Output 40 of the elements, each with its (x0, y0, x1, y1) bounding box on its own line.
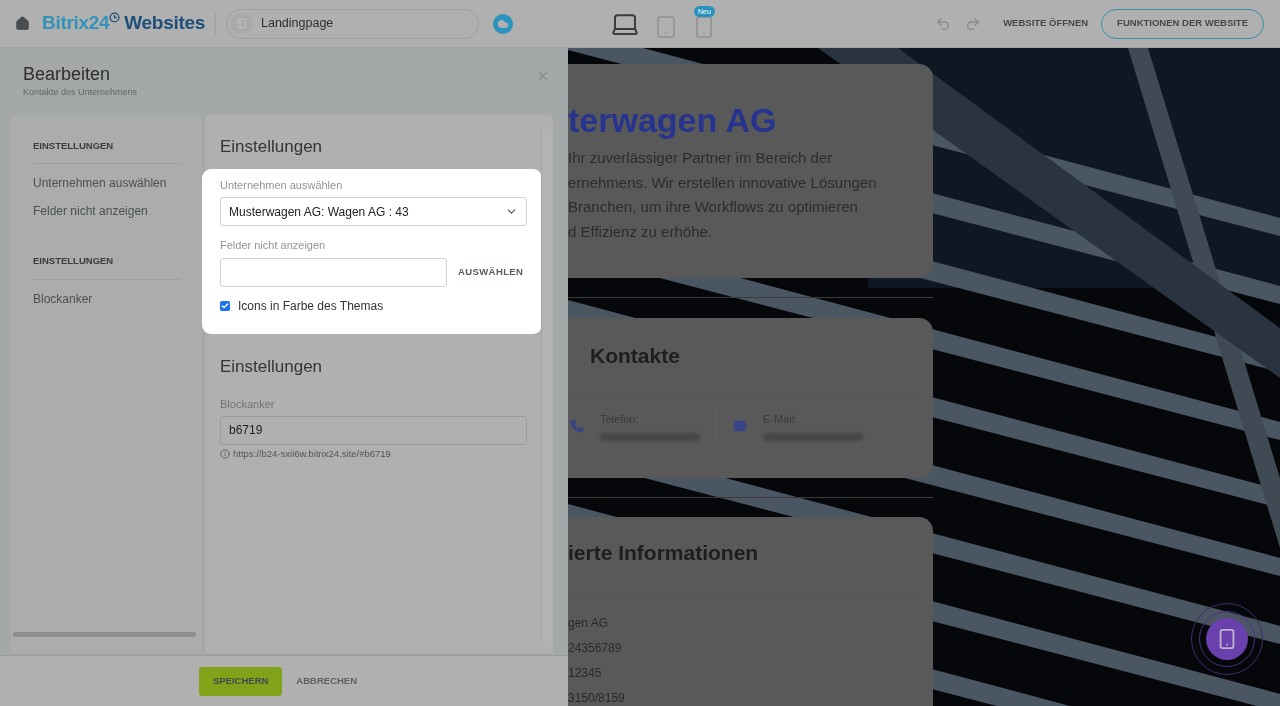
page-thumbnail-icon (231, 13, 252, 34)
tablet-view-button[interactable] (654, 14, 678, 39)
info-icon (220, 448, 230, 459)
nav-item[interactable]: Blockanker (33, 289, 180, 308)
field-label: Felder nicht anzeigen (220, 238, 327, 253)
brand-logo-text: Bitrix24 (42, 11, 110, 36)
clock-icon (109, 12, 121, 24)
undo-icon[interactable] (935, 15, 952, 32)
anchor-input[interactable]: b6719 (220, 415, 527, 445)
fields-input[interactable] (220, 257, 447, 287)
horizontal-scrollbar[interactable] (13, 632, 196, 637)
nav-item[interactable]: Unternehmen auswählen (33, 174, 180, 193)
nav-section-heading: EINSTELLUNGEN (33, 254, 180, 280)
section-title: Einstellungen (220, 136, 324, 158)
open-website-link[interactable]: WEBSITE ÖFFNEN (1003, 16, 1089, 31)
home-icon[interactable] (15, 16, 30, 31)
contacts-title: Kontakte (590, 343, 681, 369)
cloud-icon (497, 17, 509, 30)
brand-logo-text: Websites (124, 11, 205, 36)
details-title: ierte Informationen (568, 540, 760, 566)
section-title: Einstellungen (220, 355, 324, 378)
checkbox[interactable] (220, 300, 230, 311)
page-name-text: Landingpage (261, 15, 334, 33)
panel-title: Bearbeiten (23, 63, 112, 85)
checkbox-label: Icons in Farbe des Themas (238, 297, 384, 315)
field-label: Blockanker (220, 397, 276, 412)
nav-item[interactable]: Felder nicht anzeigen (33, 202, 180, 221)
close-icon[interactable] (536, 69, 550, 83)
mail-icon (733, 418, 747, 433)
nav-section-heading: EINSTELLUNGEN (33, 139, 180, 165)
panel-subtitle: Kontakte des Unternehmens (23, 86, 138, 99)
cloud-button[interactable] (493, 13, 513, 34)
redo-icon[interactable] (965, 15, 982, 32)
save-button[interactable]: SPEICHERN (198, 666, 283, 696)
phone-icon (570, 418, 584, 433)
select-fields-button[interactable]: AUSWÄHLEN (458, 264, 524, 280)
cancel-button[interactable]: ABBRECHEN (296, 673, 358, 689)
company-select[interactable]: Musterwagen AG: Wagen AG : 43 (220, 197, 527, 226)
field-label: Unternehmen auswählen (220, 177, 344, 193)
anchor-url-hint: https://b24-sxii6w.bitrix24.site/#b6719 (233, 446, 391, 461)
